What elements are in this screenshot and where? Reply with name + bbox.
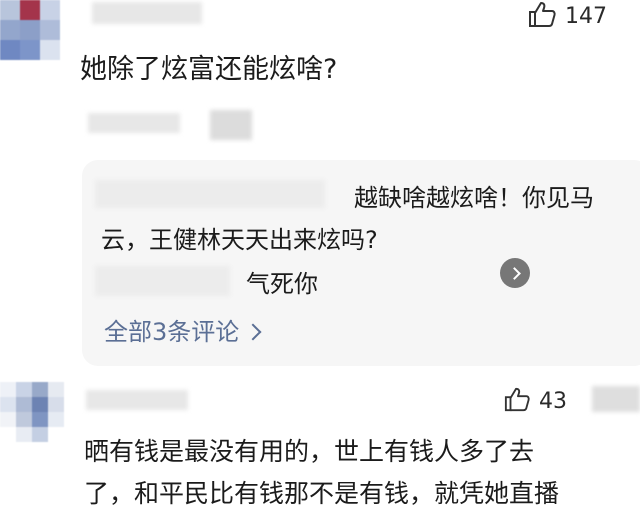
username-redacted[interactable] xyxy=(86,390,188,410)
username-redacted[interactable] xyxy=(92,2,202,24)
avatar[interactable] xyxy=(0,0,60,60)
view-all-replies-label: 全部3条评论 xyxy=(104,318,240,346)
view-all-replies-link[interactable]: 全部3条评论 xyxy=(104,314,262,350)
thumbs-up-icon xyxy=(503,386,531,416)
reply-text-line1: 越缺啥越炫啥！你见马 xyxy=(354,184,594,212)
avatar[interactable] xyxy=(0,382,64,442)
thumbs-up-icon xyxy=(527,0,557,32)
chevron-right-icon xyxy=(244,323,262,341)
toolbar-redacted xyxy=(592,386,640,412)
like-count: 147 xyxy=(565,3,607,29)
like-count: 43 xyxy=(539,388,567,414)
chevron-right-icon xyxy=(507,266,521,280)
comment-text-line2: 了，和平民比有钱那不是有钱，就凭她直播 xyxy=(84,479,560,508)
like-button[interactable]: 147 xyxy=(527,0,607,32)
more-replies-button[interactable] xyxy=(500,258,530,288)
reply-text-line2: 云，王健林天天出来炫吗? xyxy=(101,226,378,254)
comment-text-line1: 晒有钱是最没有用的，世上有钱人多了去 xyxy=(84,437,535,466)
reply-text: 气死你 xyxy=(246,270,318,298)
reply-action-redacted[interactable] xyxy=(210,110,252,140)
comment-text: 她除了炫富还能炫啥? xyxy=(80,54,338,85)
comment-meta-redacted xyxy=(88,113,180,133)
reply-username-redacted[interactable] xyxy=(95,180,325,208)
reply-username-redacted[interactable] xyxy=(95,266,230,296)
like-button[interactable]: 43 xyxy=(503,386,567,416)
